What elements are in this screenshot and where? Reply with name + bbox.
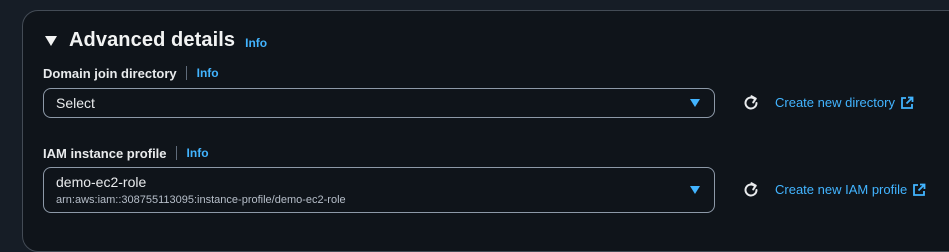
domain-join-select[interactable]: Select bbox=[43, 88, 715, 118]
refresh-icon[interactable] bbox=[741, 180, 761, 200]
create-new-iam-profile-label[interactable]: Create new IAM profile bbox=[775, 182, 907, 197]
iam-profile-arn: arn:aws:iam::308755113095:instance-profi… bbox=[56, 194, 346, 206]
dropdown-arrow-icon bbox=[690, 99, 700, 107]
iam-profile-select-value: demo-ec2-role bbox=[56, 174, 147, 190]
iam-profile-select[interactable]: demo-ec2-role arn:aws:iam::308755113095:… bbox=[43, 167, 715, 213]
create-new-iam-profile-link[interactable]: Create new IAM profile bbox=[775, 182, 926, 197]
label-divider bbox=[175, 146, 177, 160]
label-divider bbox=[185, 66, 187, 80]
caret-down-icon[interactable] bbox=[45, 36, 57, 46]
dropdown-arrow-icon bbox=[690, 186, 700, 194]
create-new-directory-link[interactable]: Create new directory bbox=[775, 95, 914, 110]
iam-profile-label: IAM instance profile bbox=[43, 145, 167, 161]
refresh-icon[interactable] bbox=[741, 93, 761, 113]
section-header[interactable]: Advanced details Info bbox=[45, 26, 267, 54]
create-new-directory-label[interactable]: Create new directory bbox=[775, 95, 895, 110]
external-link-icon bbox=[901, 96, 914, 109]
domain-join-label: Domain join directory bbox=[43, 65, 177, 81]
domain-join-label-row: Domain join directory Info bbox=[43, 63, 219, 83]
section-info-link[interactable]: Info bbox=[245, 36, 267, 50]
domain-join-info-link[interactable]: Info bbox=[197, 66, 219, 80]
iam-profile-label-row: IAM instance profile Info bbox=[43, 143, 209, 163]
section-title: Advanced details bbox=[69, 28, 236, 51]
domain-join-select-value: Select bbox=[56, 95, 95, 111]
external-link-icon bbox=[913, 183, 926, 196]
iam-profile-info-link[interactable]: Info bbox=[187, 146, 209, 160]
